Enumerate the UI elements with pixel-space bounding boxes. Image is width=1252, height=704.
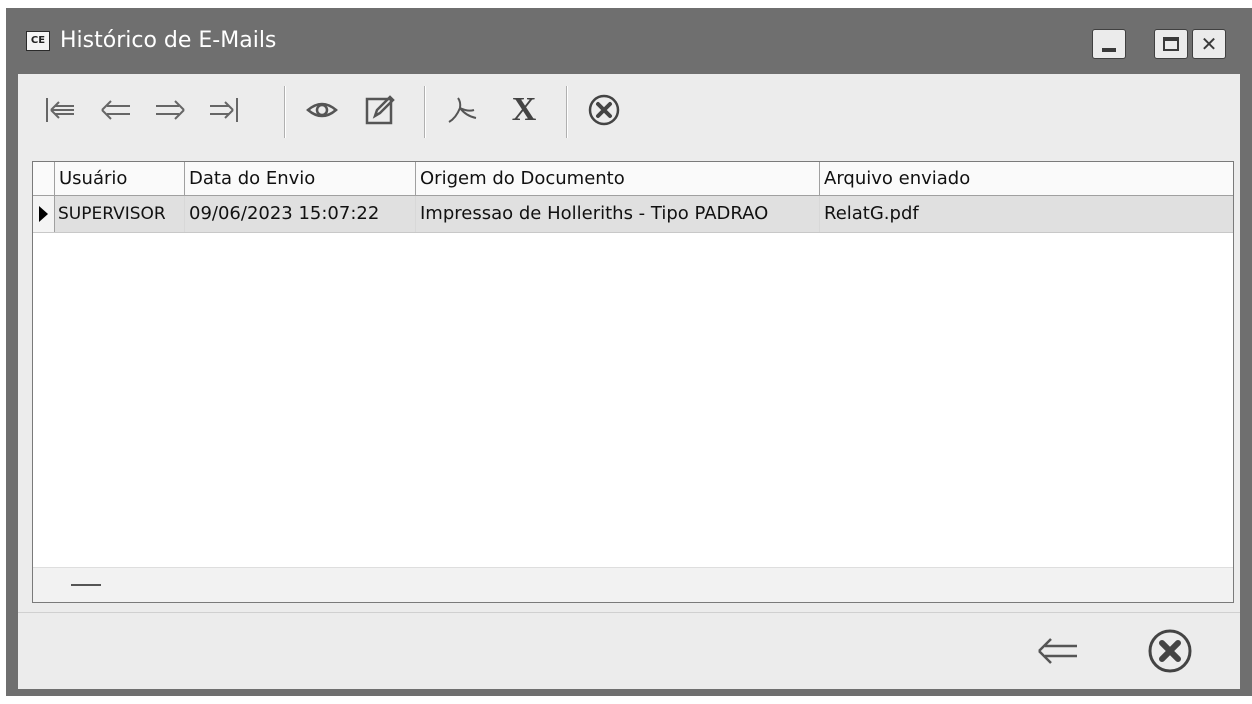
last-record-icon bbox=[210, 98, 238, 122]
horizontal-scrollbar[interactable] bbox=[33, 567, 1233, 602]
column-header-origem[interactable]: Origem do Documento bbox=[416, 162, 820, 195]
last-record-button[interactable] bbox=[202, 88, 246, 132]
first-record-icon bbox=[46, 98, 74, 122]
table-row[interactable]: SUPERVISOR 09/06/2023 15:07:22 Impressao… bbox=[33, 196, 1233, 233]
column-header-usuario[interactable]: Usuário bbox=[55, 162, 185, 195]
edit-icon bbox=[365, 95, 395, 125]
title-bar[interactable]: CE Histórico de E-Mails ✕ bbox=[6, 8, 1252, 72]
current-row-indicator bbox=[33, 196, 55, 232]
toolbar-separator bbox=[424, 86, 426, 138]
previous-arrow-icon bbox=[101, 100, 130, 120]
edit-button[interactable] bbox=[358, 88, 402, 132]
excel-button[interactable]: X bbox=[502, 88, 546, 132]
footer-bar bbox=[18, 612, 1240, 689]
view-button[interactable] bbox=[300, 88, 344, 132]
email-history-grid[interactable]: Usuário Data do Envio Origem do Document… bbox=[32, 161, 1234, 603]
column-header-arquivo[interactable]: Arquivo enviado bbox=[820, 162, 1233, 195]
maximize-button[interactable] bbox=[1154, 29, 1188, 59]
cancel-circle-icon bbox=[588, 94, 620, 126]
cell-usuario[interactable]: SUPERVISOR bbox=[55, 196, 185, 232]
window-title: Histórico de E-Mails bbox=[60, 28, 277, 53]
app-icon: CE bbox=[26, 31, 50, 51]
cell-arquivo[interactable]: RelatG.pdf bbox=[820, 196, 1233, 232]
cell-origem[interactable]: Impressao de Holleriths - Tipo PADRAO bbox=[416, 196, 820, 232]
toolbar-separator bbox=[566, 86, 568, 138]
toolbar-separator bbox=[284, 86, 286, 138]
cancel-button[interactable] bbox=[582, 88, 626, 132]
back-arrow-icon bbox=[1038, 638, 1077, 664]
next-arrow-icon bbox=[156, 100, 185, 120]
close-icon: ✕ bbox=[1200, 32, 1218, 56]
close-window-button[interactable]: ✕ bbox=[1192, 29, 1226, 59]
previous-record-button[interactable] bbox=[94, 88, 138, 132]
grid-header: Usuário Data do Envio Origem do Document… bbox=[33, 162, 1233, 196]
first-record-button[interactable] bbox=[38, 88, 82, 132]
column-header-data-envio[interactable]: Data do Envio bbox=[185, 162, 416, 195]
excel-x-icon: X bbox=[511, 91, 537, 128]
cell-data-envio[interactable]: 09/06/2023 15:07:22 bbox=[185, 196, 416, 232]
eye-icon bbox=[306, 102, 338, 118]
window-body: X Usuário Data do Envio Origem do Docume… bbox=[18, 74, 1240, 689]
row-indicator-header bbox=[33, 162, 55, 195]
cancel-circle-icon bbox=[1148, 629, 1192, 673]
pdf-icon bbox=[448, 97, 477, 123]
back-button[interactable] bbox=[1030, 623, 1086, 679]
email-history-window: CE Histórico de E-Mails ✕ X Usuário Data… bbox=[6, 8, 1252, 696]
next-record-button[interactable] bbox=[148, 88, 192, 132]
scrollbar-grip[interactable] bbox=[71, 584, 101, 586]
close-button[interactable] bbox=[1142, 623, 1198, 679]
pdf-button[interactable] bbox=[440, 88, 484, 132]
toolbar: X bbox=[18, 74, 1240, 160]
minimize-button[interactable] bbox=[1092, 29, 1126, 59]
